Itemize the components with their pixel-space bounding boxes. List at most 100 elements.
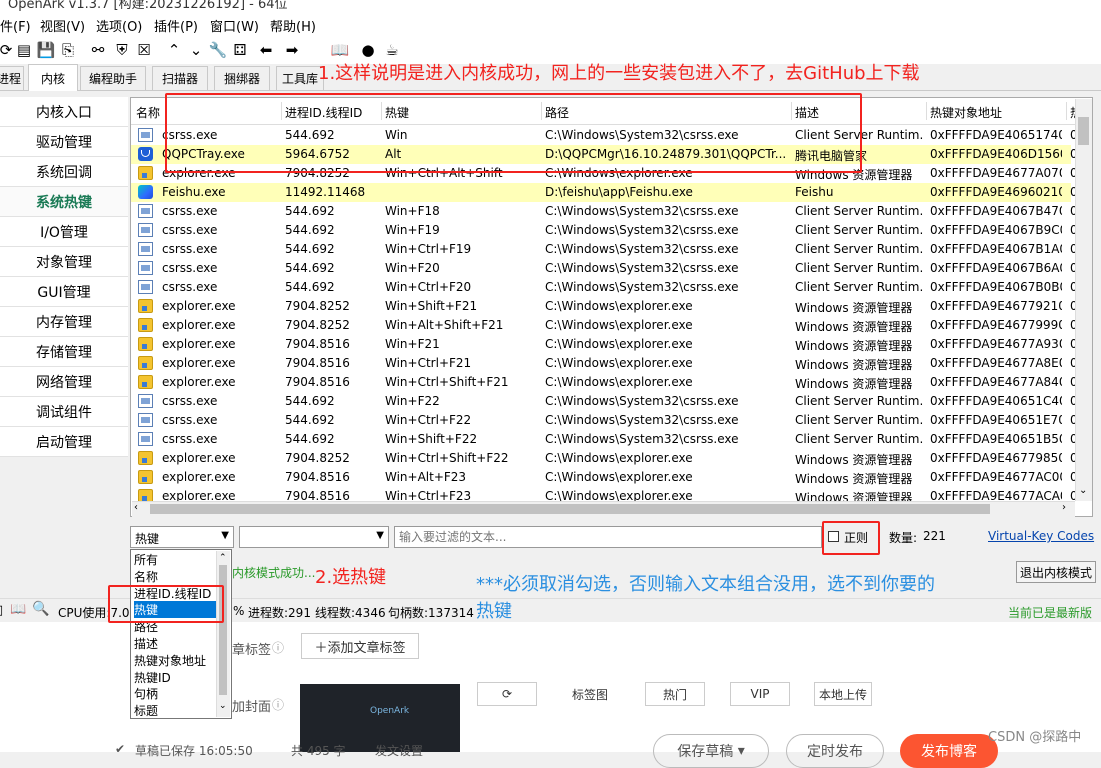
arrow-right-icon[interactable]: ➡ — [282, 39, 302, 61]
table-row[interactable]: csrss.exe 544.692 Win+F20 C:\Windows\System… — [131, 259, 1078, 278]
sidebar-item-callbacks[interactable]: 系统回调 — [0, 157, 128, 187]
dropdown-option[interactable]: 所有 — [134, 551, 216, 568]
tab-scanner[interactable]: 扫描器 — [152, 66, 208, 90]
dropdown-option[interactable]: 名称 — [134, 568, 216, 585]
menu-help[interactable]: 帮助(H) — [270, 16, 316, 35]
table-row[interactable]: explorer.exe 7904.8252 Win+Shift+F21 C:\Win… — [131, 297, 1078, 316]
table-row[interactable]: explorer.exe 7904.8516 Win+Ctrl+Shift+F21 C… — [131, 373, 1078, 392]
sidebar-item-storage[interactable]: 存储管理 — [0, 337, 128, 367]
wrench-icon[interactable]: 🔧 — [208, 39, 228, 61]
virtual-key-codes-link[interactable]: Virtual-Key Codes — [988, 529, 1094, 543]
table-vertical-scrollbar[interactable]: ⌄ — [1075, 99, 1092, 501]
tab-process[interactable]: 进程 — [0, 66, 24, 90]
sidebar-item-network[interactable]: 网络管理 — [0, 367, 128, 397]
cell-path: C:\Windows\System32\csrss.exe — [545, 413, 739, 427]
dropdown-option[interactable]: 句柄 — [134, 685, 216, 702]
cell-hotkey: Win+F22 — [385, 394, 440, 408]
export-icon[interactable]: ⎘ — [58, 39, 78, 61]
table-row[interactable]: explorer.exe 7904.8516 Win+F21 C:\Windows\e… — [131, 335, 1078, 354]
cell-name: explorer.exe — [162, 356, 236, 370]
cell-path: C:\Windows\explorer.exe — [545, 356, 693, 370]
sidebar-item-debug[interactable]: 调试组件 — [0, 397, 128, 427]
scroll-down-icon[interactable]: ⌄ — [1079, 485, 1087, 496]
filter-text-input[interactable] — [394, 526, 822, 548]
cover-tab-tagimage[interactable]: 标签图 — [560, 682, 620, 706]
chevron-down-icon[interactable]: ⌄ — [219, 701, 227, 711]
chevron-down-icon[interactable]: ⌄ — [186, 39, 206, 61]
exit-kernel-mode-button[interactable]: 退出内核模式 — [1016, 561, 1096, 583]
chevron-up-icon[interactable]: ⌃ — [219, 553, 227, 563]
cover-tab-upload[interactable]: 本地上传 — [814, 682, 872, 706]
table-horizontal-scrollbar[interactable]: ‹ › — [132, 501, 1075, 517]
tab-coder[interactable]: 编程助手 — [80, 66, 146, 90]
shield-icon[interactable]: ⛨ — [112, 39, 132, 61]
table-row[interactable]: csrss.exe 544.692 Win+F19 C:\Windows\System… — [131, 221, 1078, 240]
dropdown-option[interactable]: 热键ID — [134, 669, 216, 686]
scroll-left-icon[interactable]: ‹ — [134, 502, 138, 513]
annotation-text-2: 2.选热键 — [315, 567, 387, 588]
column-select[interactable]: 热键 ▼ — [130, 526, 234, 548]
cell-desc: Windows 资源管理器 — [795, 453, 913, 467]
dropdown-option[interactable]: 描述 — [134, 635, 216, 652]
table-row[interactable]: csrss.exe 544.692 Win+F18 C:\Windows\System… — [131, 202, 1078, 221]
dropdown-option[interactable]: 热键对象地址 — [134, 652, 216, 669]
help-icon[interactable]: ⓘ — [272, 696, 284, 713]
menu-options[interactable]: 选项(O) — [96, 16, 142, 35]
table-row[interactable]: csrss.exe 544.692 Win+Ctrl+F19 C:\Windows\S… — [131, 240, 1078, 259]
table-row[interactable]: explorer.exe 7904.8516 Win+Alt+F23 C:\Windo… — [131, 468, 1078, 487]
sidebar-item-drivers[interactable]: 驱动管理 — [0, 127, 128, 157]
col-addr[interactable]: 热键对象地址 — [930, 104, 1002, 121]
publish-settings[interactable]: 发文设置 — [375, 742, 423, 759]
monitor-icon[interactable]: ▯ — [0, 603, 3, 618]
chevron-up-icon[interactable]: ⌃ — [164, 39, 184, 61]
col-name[interactable]: 名称 — [136, 104, 160, 121]
add-tag-button[interactable]: ＋添加文章标签 — [301, 633, 419, 659]
save-icon[interactable]: 💾 — [36, 39, 56, 61]
secondary-select[interactable]: ▼ — [239, 526, 389, 548]
tab-kernel[interactable]: 内核 — [28, 64, 78, 91]
dropdown-scrollbar[interactable]: ⌃ ⌄ — [216, 551, 230, 717]
sidebar-item-kernel-entry[interactable]: 内核入口 — [0, 97, 128, 127]
table-row[interactable]: explorer.exe 7904.8252 Win+Alt+Shift+F21 C:… — [131, 316, 1078, 335]
menu-window[interactable]: 窗口(W) — [210, 16, 259, 35]
table-row[interactable]: explorer.exe 7904.8516 Win+Ctrl+F21 C:\Wind… — [131, 354, 1078, 373]
close-box-icon[interactable]: ☒ — [134, 39, 154, 61]
tab-utilities[interactable]: 工具库 — [276, 66, 324, 90]
save-draft-button[interactable]: 保存草稿 ▾ — [653, 734, 769, 768]
cover-refresh-button[interactable]: ⟳ — [477, 682, 537, 706]
link-icon[interactable]: ⚯ — [88, 39, 108, 61]
search-icon[interactable]: 🔍 — [32, 601, 49, 617]
tab-bundler[interactable]: 捆绑器 — [214, 66, 270, 90]
table-row[interactable]: csrss.exe 544.692 Win+Shift+F22 C:\Windows\… — [131, 430, 1078, 449]
sidebar-item-objects[interactable]: 对象管理 — [0, 247, 128, 277]
sidebar-item-memory[interactable]: 内存管理 — [0, 307, 128, 337]
table-row[interactable]: explorer.exe 7904.8252 Win+Ctrl+Shift+F22 C… — [131, 449, 1078, 468]
sidebar-item-startup[interactable]: 启动管理 — [0, 427, 128, 457]
grid-icon[interactable]: ⚃ — [230, 39, 250, 61]
table-row[interactable]: csrss.exe 544.692 Win+Ctrl+F22 C:\Windows\S… — [131, 411, 1078, 430]
book-icon[interactable]: 📖 — [330, 39, 350, 61]
cup-icon[interactable]: ☕ — [382, 39, 402, 61]
column-select-dropdown: 所有 名称 进程ID.线程ID 热键 路径 描述 热键对象地址 热键ID 句柄 标题 ⌃ ⌄ — [130, 549, 232, 719]
dropdown-option[interactable]: 标题 — [134, 702, 216, 719]
schedule-publish-button[interactable]: 定时发布 — [786, 734, 884, 768]
folder-open-icon[interactable]: ▤ — [14, 39, 34, 61]
scroll-right-icon[interactable]: › — [1062, 502, 1066, 513]
arrow-left-icon[interactable]: ⬅ — [256, 39, 276, 61]
publish-button[interactable]: 发布博客 — [900, 734, 998, 768]
book-icon[interactable]: 📖 — [10, 602, 26, 617]
sidebar-item-io[interactable]: I/O管理 — [0, 217, 128, 247]
help-icon[interactable]: ⓘ — [272, 639, 284, 656]
sidebar-item-gui[interactable]: GUI管理 — [0, 277, 128, 307]
menu-view[interactable]: 视图(V) — [40, 16, 85, 35]
cover-tab-vip[interactable]: VIP — [730, 682, 790, 706]
sidebar-item-hotkeys[interactable]: 系统热键 — [0, 187, 128, 217]
github-icon[interactable]: ● — [358, 39, 378, 61]
table-row[interactable]: csrss.exe 544.692 Win+Ctrl+F20 C:\Windows\S… — [131, 278, 1078, 297]
table-row[interactable]: Feishu.exe 11492.11468 D:\feishu\app\Feish… — [131, 183, 1078, 202]
table-row[interactable]: csrss.exe 544.692 Win+F22 C:\Windows\System… — [131, 392, 1078, 411]
cover-tab-hot[interactable]: 热门 — [645, 682, 705, 706]
cell-name: explorer.exe — [162, 470, 236, 484]
menu-file[interactable]: 件(F) — [0, 16, 31, 35]
menu-plugins[interactable]: 插件(P) — [154, 16, 198, 35]
